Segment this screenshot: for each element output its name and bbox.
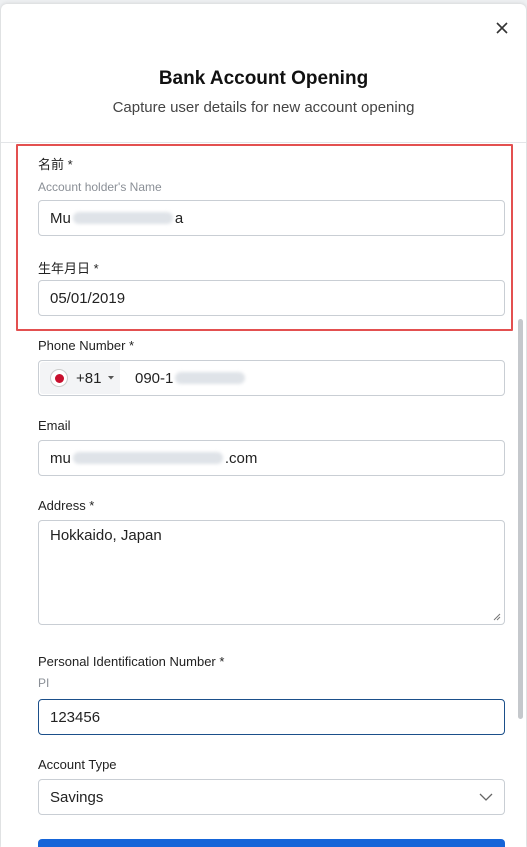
account-type-label: Account Type <box>38 757 117 772</box>
close-icon <box>496 22 508 34</box>
redacted-text <box>175 372 246 384</box>
account-type-field-group: Account Type Savings <box>38 757 505 815</box>
email-label: Email <box>38 418 71 433</box>
close-button[interactable] <box>492 18 512 38</box>
account-type-value: Savings <box>50 788 104 806</box>
pin-field-group: Personal Identification Number * PI 1234… <box>38 654 505 735</box>
address-textarea[interactable]: Hokkaido, Japan <box>38 520 505 625</box>
scrollbar[interactable] <box>516 319 526 799</box>
email-value-suffix: .com <box>224 449 258 467</box>
phone-field-group: Phone Number * +81 090-1 <box>38 338 505 396</box>
pin-value: 123456 <box>50 708 101 726</box>
chevron-down-icon <box>479 793 493 801</box>
dialog-header: Bank Account Opening Capture user detail… <box>1 4 526 143</box>
redacted-text <box>72 452 223 464</box>
caret-down-icon <box>108 376 115 380</box>
address-field-group: Address * Hokkaido, Japan <box>38 498 505 625</box>
country-code: +81 <box>76 369 102 387</box>
dialog-title: Bank Account Opening <box>158 68 369 89</box>
highlight-box <box>16 144 513 331</box>
phone-label: Phone Number * <box>38 338 135 353</box>
email-value-prefix: mu <box>50 449 71 467</box>
address-value: Hokkaido, Japan <box>50 527 162 544</box>
submit-button[interactable] <box>38 839 505 847</box>
pin-hint: PI <box>38 676 50 690</box>
address-label: Address * <box>38 498 95 513</box>
email-input[interactable]: mu .com <box>38 440 505 476</box>
japan-flag-icon <box>50 369 68 387</box>
pin-label: Personal Identification Number * <box>38 654 225 669</box>
account-type-select[interactable]: Savings <box>38 779 505 815</box>
resize-handle-icon[interactable] <box>493 613 501 621</box>
pin-input[interactable]: 123456 <box>38 699 505 735</box>
email-field-group: Email mu .com <box>38 418 505 476</box>
phone-value-prefix: 090-1 <box>135 369 174 387</box>
dialog-subtitle: Capture user details for new account ope… <box>112 99 415 116</box>
country-code-select[interactable]: +81 <box>40 362 120 394</box>
phone-input[interactable]: +81 090-1 <box>38 360 505 396</box>
account-opening-dialog: Bank Account Opening Capture user detail… <box>1 4 526 847</box>
scroll-thumb[interactable] <box>518 319 523 719</box>
